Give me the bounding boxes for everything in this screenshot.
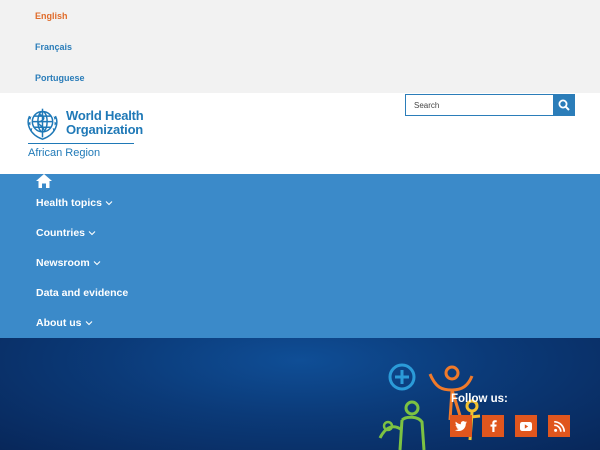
- rss-link[interactable]: [548, 415, 570, 437]
- home-icon: [36, 174, 52, 188]
- nav-countries[interactable]: Countries: [36, 225, 96, 241]
- site-header: World Health Organization African Region: [0, 93, 600, 174]
- nav-data-and-evidence[interactable]: Data and evidence: [36, 285, 128, 301]
- chevron-down-icon: [85, 321, 92, 326]
- main-navigation: Health topics Countries Newsroom Data an…: [0, 174, 600, 338]
- logo-name-line2: Organization: [66, 122, 144, 137]
- nav-item-label: Health topics: [36, 197, 102, 209]
- logo-divider: [28, 143, 134, 144]
- youtube-link[interactable]: [515, 415, 537, 437]
- nav-item-label: Newsroom: [36, 257, 90, 269]
- search-box: [405, 94, 575, 116]
- logo-name: World Health Organization: [66, 109, 144, 137]
- chevron-down-icon: [105, 201, 113, 206]
- language-portuguese-link[interactable]: Portuguese: [35, 73, 85, 83]
- youtube-icon: [520, 421, 532, 431]
- nav-item-label: Data and evidence: [36, 287, 129, 299]
- nav-health-topics[interactable]: Health topics: [36, 195, 113, 211]
- who-logo[interactable]: World Health Organization African Region: [24, 105, 144, 161]
- language-bar: English Français Portuguese: [0, 0, 600, 93]
- search-button[interactable]: [553, 94, 575, 116]
- follow-us-label: Follow us:: [451, 393, 508, 405]
- logo-region: African Region: [28, 147, 101, 159]
- facebook-icon: [490, 420, 497, 432]
- logo-name-line1: World Health: [66, 108, 144, 123]
- twitter-icon: [455, 421, 467, 431]
- nav-item-label: Countries: [36, 227, 86, 239]
- rss-icon: [553, 420, 565, 432]
- nav-newsroom[interactable]: Newsroom: [36, 255, 101, 271]
- who-emblem-icon: [27, 108, 58, 141]
- search-input[interactable]: [405, 94, 554, 116]
- language-french-link[interactable]: Français: [35, 42, 72, 52]
- facebook-link[interactable]: [482, 415, 504, 437]
- twitter-link[interactable]: [450, 415, 472, 437]
- nav-item-label: About us: [36, 317, 82, 329]
- chevron-down-icon: [93, 261, 101, 266]
- nav-about-us[interactable]: About us: [36, 315, 93, 331]
- language-english-link[interactable]: English: [35, 11, 68, 21]
- chevron-down-icon: [88, 231, 96, 236]
- site-footer: Follow us:: [0, 338, 600, 450]
- search-icon: [558, 99, 570, 111]
- home-link[interactable]: [36, 174, 54, 190]
